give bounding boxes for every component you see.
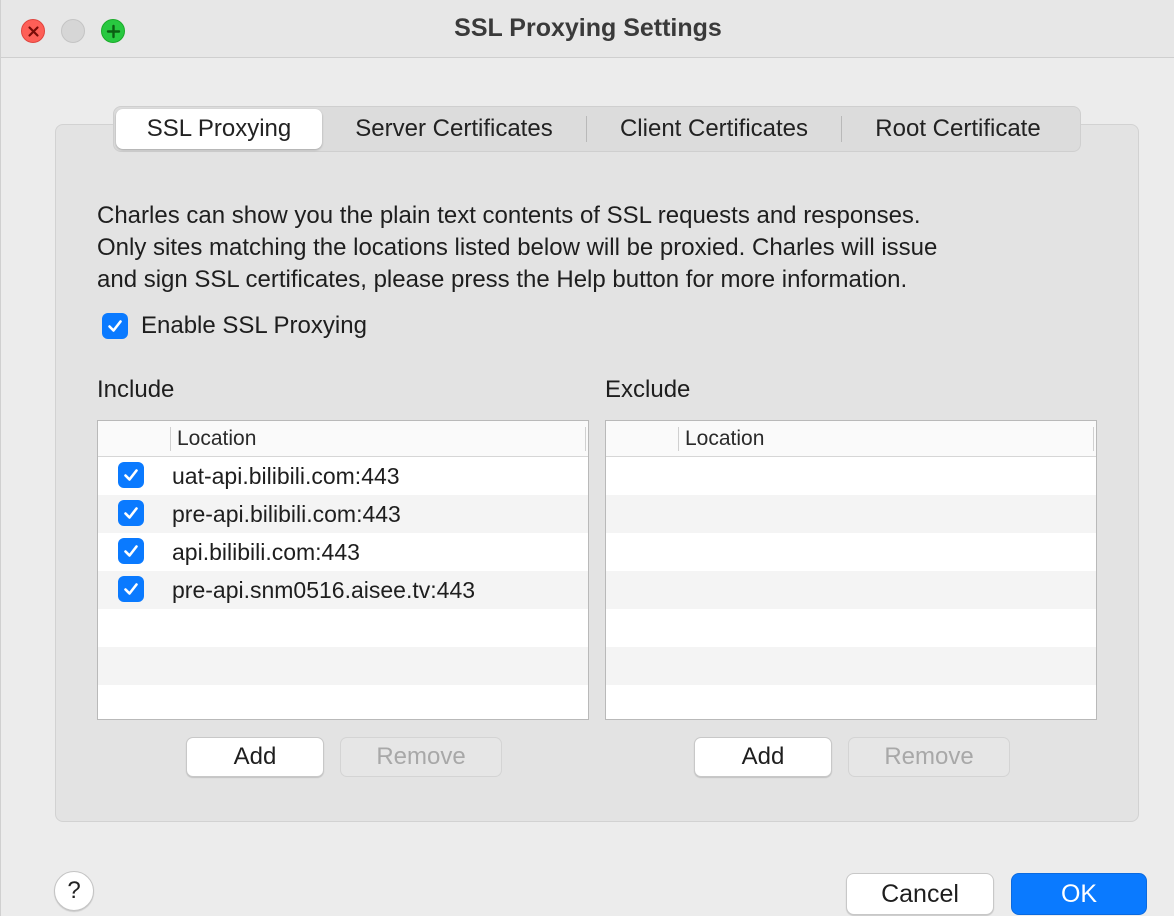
column-separator (585, 427, 586, 451)
exclude-add-button[interactable]: Add (694, 737, 832, 777)
exclude-table-header: Location (606, 421, 1096, 457)
row-location: pre-api.bilibili.com:443 (172, 501, 401, 527)
table-row[interactable]: uat-api.bilibili.com:443 (98, 457, 588, 495)
column-separator (678, 427, 679, 451)
row-enabled-checkbox[interactable] (118, 500, 144, 526)
column-separator (1093, 427, 1094, 451)
tab-client-certificates[interactable]: Client Certificates (587, 109, 841, 149)
row-location: uat-api.bilibili.com:443 (172, 463, 400, 489)
ssl-proxying-settings-window: SSL Proxying Settings SSL Proxying Serve… (0, 0, 1174, 916)
description-line: and sign SSL certificates, please press … (97, 266, 908, 293)
tab-server-certificates[interactable]: Server Certificates (322, 109, 586, 149)
checkmark-icon (124, 469, 138, 481)
row-enabled-checkbox[interactable] (118, 538, 144, 564)
description-line: Charles can show you the plain text cont… (97, 202, 921, 229)
enable-ssl-proxying-checkbox[interactable] (102, 313, 128, 339)
empty-row (606, 685, 1096, 719)
tab-bar: SSL Proxying Server Certificates Client … (113, 106, 1081, 152)
enable-ssl-proxying-label: Enable SSL Proxying (141, 312, 367, 339)
tab-ssl-proxying[interactable]: SSL Proxying (116, 109, 322, 149)
empty-row (98, 609, 588, 647)
exclude-remove-button[interactable]: Remove (848, 737, 1010, 777)
table-row[interactable]: pre-api.bilibili.com:443 (98, 495, 588, 533)
title-bar: SSL Proxying Settings (1, 0, 1174, 58)
description-line: Only sites matching the locations listed… (97, 234, 938, 261)
checkmark-icon (124, 507, 138, 519)
window-title: SSL Proxying Settings (454, 14, 722, 42)
exclude-label: Exclude (605, 376, 691, 403)
cancel-button[interactable]: Cancel (846, 873, 994, 915)
checkmark-icon (108, 320, 122, 332)
help-button[interactable]: ? (54, 871, 94, 911)
column-separator (170, 427, 171, 451)
empty-row (606, 647, 1096, 685)
empty-row (606, 495, 1096, 533)
include-table-header: Location (98, 421, 588, 457)
exclude-table[interactable]: Location (605, 420, 1097, 720)
ok-button[interactable]: OK (1011, 873, 1147, 915)
location-column-header[interactable]: Location (177, 427, 256, 451)
row-location: pre-api.snm0516.aisee.tv:443 (172, 577, 476, 603)
row-enabled-checkbox[interactable] (118, 462, 144, 488)
empty-row (606, 533, 1096, 571)
empty-row (606, 457, 1096, 495)
include-add-button[interactable]: Add (186, 737, 324, 777)
location-column-header[interactable]: Location (685, 427, 764, 451)
include-label: Include (97, 376, 175, 403)
checkmark-icon (124, 545, 138, 557)
include-table[interactable]: Location uat-api.bilibili.com:443 pre-ap… (97, 420, 589, 720)
empty-row (98, 685, 588, 719)
row-location: api.bilibili.com:443 (172, 539, 360, 565)
tab-root-certificate[interactable]: Root Certificate (842, 109, 1074, 149)
table-row[interactable]: api.bilibili.com:443 (98, 533, 588, 571)
table-row[interactable]: pre-api.snm0516.aisee.tv:443 (98, 571, 588, 609)
empty-row (606, 571, 1096, 609)
empty-row (606, 609, 1096, 647)
description-text: Charles can show you the plain text cont… (97, 200, 1097, 296)
row-enabled-checkbox[interactable] (118, 576, 144, 602)
checkmark-icon (124, 583, 138, 595)
include-remove-button[interactable]: Remove (340, 737, 502, 777)
empty-row (98, 647, 588, 685)
